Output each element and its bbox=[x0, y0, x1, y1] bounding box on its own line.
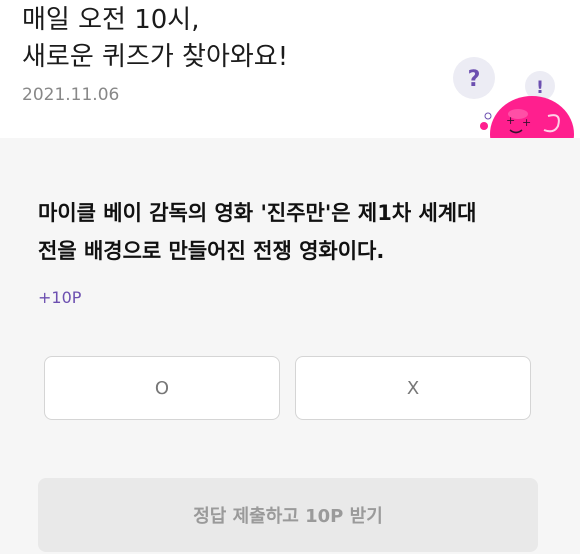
quiz-question: 마이클 베이 감독의 영화 '진주만'은 제1차 세계대 전을 배경으로 만들어… bbox=[38, 194, 558, 270]
quiz-card: 마이클 베이 감독의 영화 '진주만'은 제1차 세계대 전을 배경으로 만들어… bbox=[0, 138, 580, 554]
pink-blob-mascot-icon: ? ! + + bbox=[448, 56, 580, 138]
quiz-date: 2021.11.06 bbox=[22, 85, 120, 105]
headline: 매일 오전 10시, 새로운 퀴즈가 찾아와요! bbox=[22, 2, 288, 76]
question-line-2: 전을 배경으로 만들어진 전쟁 영화이다. bbox=[38, 239, 385, 263]
quiz-header: 매일 오전 10시, 새로운 퀴즈가 찾아와요! 2021.11.06 ? ! … bbox=[0, 0, 580, 138]
svg-text:?: ? bbox=[468, 67, 481, 92]
answer-o-label: O bbox=[154, 377, 170, 399]
question-line-1: 마이클 베이 감독의 영화 '진주만'은 제1차 세계대 bbox=[38, 201, 477, 225]
headline-line-1: 매일 오전 10시, bbox=[22, 5, 200, 35]
headline-line-2: 새로운 퀴즈가 찾아와요! bbox=[22, 42, 289, 72]
submit-answer-label: 정답 제출하고 10P 받기 bbox=[193, 506, 383, 527]
svg-text:!: ! bbox=[536, 78, 544, 98]
answer-x-label: X bbox=[406, 377, 420, 399]
svg-text:+: + bbox=[522, 116, 531, 129]
answer-o-button[interactable]: O bbox=[44, 356, 280, 420]
svg-text:+: + bbox=[506, 114, 515, 127]
answer-x-button[interactable]: X bbox=[295, 356, 531, 420]
submit-answer-button[interactable]: 정답 제출하고 10P 받기 bbox=[38, 478, 538, 552]
reward-points: +10P bbox=[38, 288, 82, 307]
